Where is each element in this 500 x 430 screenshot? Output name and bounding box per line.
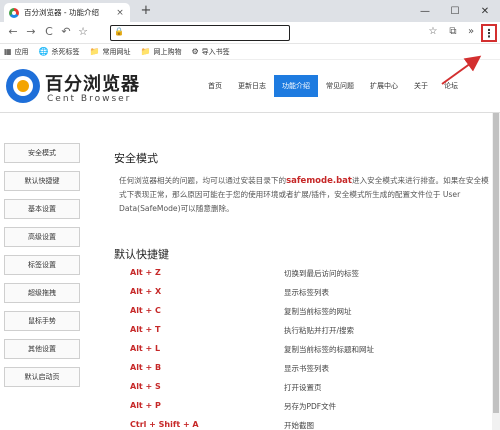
section-title: 安全模式 [114, 152, 158, 165]
bookmark-star-icon[interactable]: ☆ [76, 25, 90, 39]
bookmark-folder-common[interactable]: 📁 常用网址 [90, 47, 131, 57]
shortcut-desc: 显示标签列表 [284, 288, 329, 297]
new-tab-button[interactable]: + [138, 3, 154, 19]
brand-name-en: Cent Browser [47, 94, 132, 104]
safe-mode-section: 安全模式 任何浏览器相关的问题，均可以通过安装目录下的safemode.bat进… [114, 150, 492, 216]
bookmark-label: 导入书签 [201, 47, 230, 56]
bookmark-apps[interactable]: ▦ 应用 [4, 47, 29, 57]
tab-title: 百分浏览器 - 功能介绍 [24, 8, 99, 17]
site-header: 百分浏览器 Cent Browser 首页 更新日志 功能介绍 常见问题 扩展中… [0, 61, 500, 113]
table-row: Alt + Z 切换到最后访问的标签 [130, 268, 490, 287]
nav-extensions[interactable]: 扩展中心 [362, 75, 406, 97]
menu-kebab-icon: ⋮ [483, 26, 495, 40]
shortcut-desc: 显示书签列表 [284, 364, 329, 373]
nav-features[interactable]: 功能介绍 [274, 75, 318, 97]
address-bar[interactable]: 🔒 [110, 25, 290, 41]
safemode-bat-highlight: safemode.bat [286, 176, 352, 186]
shortcut-key: Alt + S [130, 382, 161, 391]
sidebar-item-default-start-page[interactable]: 默认启动页 [4, 367, 80, 387]
scrollbar-thumb[interactable] [493, 113, 499, 413]
lock-icon: 🔒 [114, 27, 124, 36]
page-scrollbar[interactable] [492, 113, 500, 430]
table-row: Alt + T 执行粘贴并打开/搜索 [130, 325, 490, 344]
bookmark-label: 杀死标签 [51, 47, 80, 56]
address-input[interactable] [125, 27, 285, 39]
cent-browser-favicon-icon [9, 7, 19, 18]
shortcut-key: Ctrl + Shift + A [130, 420, 199, 429]
sidebar-item-safe-mode[interactable]: 安全模式 [4, 143, 80, 163]
maximize-button[interactable]: ☐ [440, 0, 470, 22]
tab-active[interactable]: 百分浏览器 - 功能介绍 × [4, 3, 130, 22]
shortcut-key: Alt + T [130, 325, 161, 334]
table-row: Alt + P 另存为PDF文件 [130, 401, 490, 420]
shortcut-desc: 复制当前标签的网址 [284, 307, 352, 316]
window-controls: — ☐ ✕ [410, 0, 500, 22]
reload-icon[interactable]: C [42, 25, 56, 39]
back-arrow-icon[interactable]: ← [6, 25, 20, 39]
globe-icon: 🌐 [38, 46, 49, 56]
brand-name-cn: 百分浏览器 [45, 74, 140, 95]
shortcut-key: Alt + Z [130, 268, 161, 277]
shortcut-key: Alt + P [130, 401, 161, 410]
safe-mode-paragraph: 任何浏览器相关的问题，均可以通过安装目录下的safemode.bat进入安全模式… [114, 174, 492, 216]
table-row: Alt + B 显示书签列表 [130, 363, 490, 382]
feature-sidebar: 安全模式 默认快捷键 基本设置 高级设置 标签设置 超级拖拽 鼠标手势 其他设置… [4, 143, 80, 395]
cent-browser-logo-icon[interactable] [6, 69, 40, 103]
section-title: 默认快捷键 [114, 248, 169, 261]
nav-about[interactable]: 关于 [406, 75, 436, 97]
table-row: Alt + L 复制当前标签的标题和网址 [130, 344, 490, 363]
shortcut-desc: 开始截图 [284, 421, 314, 430]
table-row: Alt + C 复制当前标签的网址 [130, 306, 490, 325]
sidebar-item-basic-settings[interactable]: 基本设置 [4, 199, 80, 219]
bookmark-import[interactable]: ⚙ 导入书签 [191, 47, 229, 57]
sidebar-item-tab-settings[interactable]: 标签设置 [4, 255, 80, 275]
bookmark-label: 网上购物 [153, 47, 182, 56]
bookmark-kill-tabs[interactable]: 🌐 杀死标签 [39, 47, 80, 57]
folder-icon: 📁 [140, 46, 151, 56]
site-nav: 首页 更新日志 功能介绍 常见问题 扩展中心 关于 论坛 [200, 75, 466, 97]
shortcut-desc: 执行粘贴并打开/搜索 [284, 326, 355, 335]
bookmark-label: 常用网址 [102, 47, 131, 56]
browser-toolbar: ← → C ↶ ☆ 🔒 ☆ ⧉ » ⋮ [0, 22, 500, 44]
bookmark-label: 应用 [14, 47, 29, 56]
nav-faq[interactable]: 常见问题 [318, 75, 362, 97]
close-window-button[interactable]: ✕ [470, 0, 500, 22]
extensions-overflow-icon[interactable]: » [464, 25, 478, 39]
nav-changelog[interactable]: 更新日志 [230, 75, 274, 97]
minimize-button[interactable]: — [410, 0, 440, 22]
tab-close-icon[interactable]: × [115, 8, 125, 18]
shortcut-desc: 打开设置页 [284, 383, 322, 392]
apps-grid-icon: ▦ [4, 46, 12, 56]
shortcut-key: Alt + X [130, 287, 162, 296]
shortcut-desc: 另存为PDF文件 [284, 402, 337, 411]
star-icon[interactable]: ☆ [426, 25, 440, 39]
sidebar-item-super-drag[interactable]: 超级拖拽 [4, 283, 80, 303]
bookmark-folder-shopping[interactable]: 📁 网上购物 [141, 47, 182, 57]
table-row: Ctrl + Shift + A 开始截图 [130, 420, 490, 430]
paragraph-text: 任何浏览器相关的问题，均可以通过安装目录下的 [119, 176, 287, 185]
undo-close-tab-icon[interactable]: ↶ [59, 25, 73, 39]
shortcut-key: Alt + L [130, 344, 161, 353]
table-row: Alt + X 显示标签列表 [130, 287, 490, 306]
main-menu-button[interactable]: ⋮ [481, 24, 497, 42]
shortcut-key: Alt + C [130, 306, 161, 315]
sidebar-item-other-settings[interactable]: 其他设置 [4, 339, 80, 359]
table-row: Alt + S 打开设置页 [130, 382, 490, 401]
tab-strip: 百分浏览器 - 功能介绍 × + — ☐ ✕ [0, 0, 500, 22]
sidebar-item-advanced-settings[interactable]: 高级设置 [4, 227, 80, 247]
sidebar-item-mouse-gestures[interactable]: 鼠标手势 [4, 311, 80, 331]
screenshot-icon[interactable]: ⧉ [446, 25, 460, 39]
nav-forum[interactable]: 论坛 [436, 75, 466, 97]
nav-home[interactable]: 首页 [200, 75, 230, 97]
shortcut-desc: 复制当前标签的标题和网址 [284, 345, 374, 354]
bookmarks-bar: ▦ 应用 🌐 杀死标签 📁 常用网址 📁 网上购物 ⚙ 导入书签 [0, 44, 500, 60]
shortcut-table: Alt + Z 切换到最后访问的标签 Alt + X 显示标签列表 Alt + … [130, 268, 490, 430]
shortcut-key: Alt + B [130, 363, 162, 372]
folder-icon: 📁 [89, 46, 100, 56]
shortcut-desc: 切换到最后访问的标签 [284, 269, 359, 278]
sidebar-item-shortcuts[interactable]: 默认快捷键 [4, 171, 80, 191]
forward-arrow-icon[interactable]: → [24, 25, 38, 39]
gear-icon: ⚙ [191, 46, 199, 56]
